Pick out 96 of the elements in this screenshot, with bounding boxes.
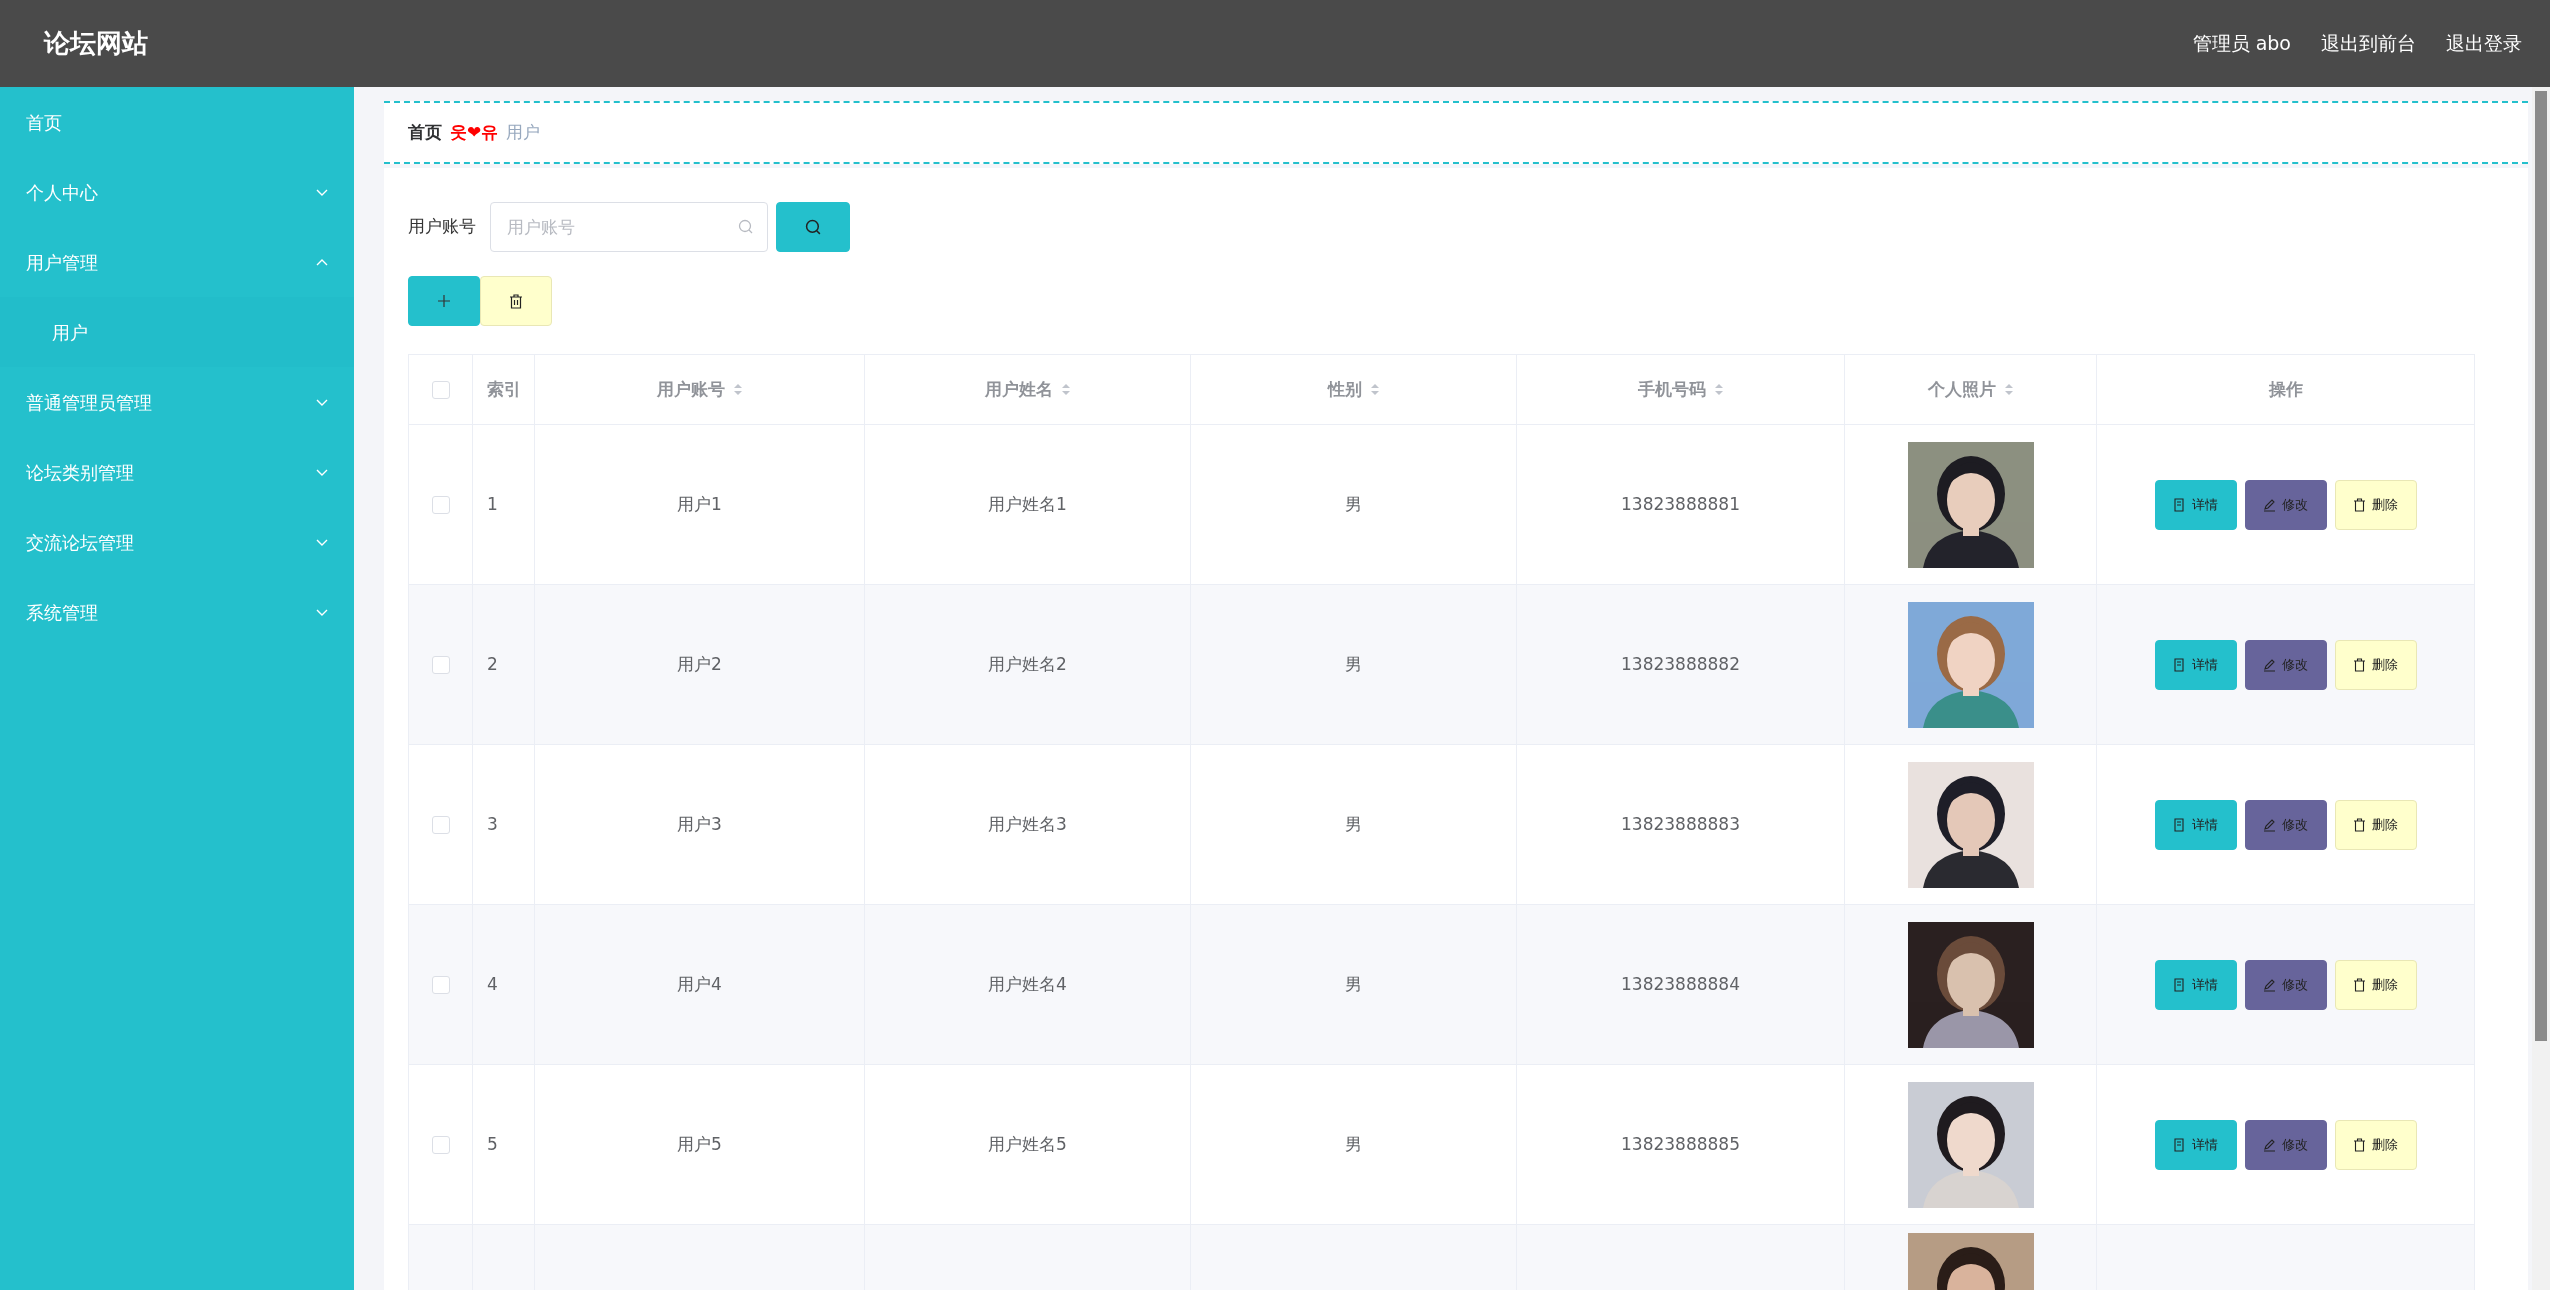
- trash-icon: [2353, 817, 2366, 832]
- trash-icon: [2353, 497, 2366, 512]
- detail-button[interactable]: 详情: [2154, 799, 2237, 850]
- column-header[interactable]: 用户姓名: [984, 378, 1053, 399]
- sort-icon: [2003, 383, 2014, 397]
- table-cell: 男: [1345, 813, 1362, 834]
- table-cell: 用户4: [677, 973, 722, 994]
- trash-icon: [2353, 657, 2366, 672]
- row-checkbox[interactable]: [431, 975, 450, 994]
- table-cell-text: 2: [486, 653, 498, 674]
- table-cell-text: 4: [486, 973, 498, 994]
- breadcrumb-separator: 웃❤유: [450, 120, 499, 144]
- column-header[interactable]: 索引: [486, 378, 521, 399]
- table-cell: 用户姓名4: [988, 973, 1067, 994]
- site-title: 论坛网站: [44, 27, 148, 60]
- delete-button[interactable]: 删除: [2334, 959, 2417, 1010]
- row-checkbox[interactable]: [431, 495, 450, 514]
- table-cell: 13823888882: [1621, 653, 1740, 674]
- header-link[interactable]: 退出到前台: [2321, 29, 2416, 58]
- sidebar-item[interactable]: 系统管理: [0, 577, 354, 647]
- sidebar-item[interactable]: 用户管理: [0, 227, 354, 297]
- sort-icon: [1713, 383, 1724, 397]
- edit-button[interactable]: 修改: [2244, 479, 2327, 530]
- breadcrumb-home[interactable]: 首页: [408, 119, 442, 146]
- table-cell: 13823888885: [1621, 1133, 1740, 1154]
- sidebar-item[interactable]: 个人中心: [0, 157, 354, 227]
- table-cell: 男: [1345, 973, 1362, 994]
- detail-button[interactable]: 详情: [2154, 1119, 2237, 1170]
- search-field[interactable]: 用户账号: [490, 202, 768, 252]
- trash-icon: [509, 293, 523, 309]
- column-header[interactable]: 手机号码: [1637, 378, 1706, 399]
- table-cell: 男: [1345, 653, 1362, 674]
- table-cell: 男: [1345, 1133, 1362, 1154]
- delete-button[interactable]: [480, 276, 552, 326]
- pencil-icon: [2263, 817, 2276, 832]
- search-label: 用户账号: [408, 215, 476, 239]
- sidebar-item[interactable]: 首页: [0, 87, 354, 157]
- doc-icon: [2173, 497, 2186, 512]
- column-header[interactable]: 性别: [1327, 378, 1362, 399]
- search-icon: [738, 219, 754, 235]
- column-header[interactable]: 用户账号: [656, 378, 725, 399]
- row-checkbox[interactable]: [431, 655, 450, 674]
- sort-icon: [1060, 383, 1071, 397]
- plus-icon: [437, 294, 451, 308]
- edit-button[interactable]: 修改: [2244, 1119, 2327, 1170]
- table-cell: 用户姓名2: [988, 653, 1067, 674]
- sidebar-item[interactable]: 论坛类别管理: [0, 437, 354, 507]
- table-cell: 用户1: [677, 493, 722, 514]
- doc-icon: [2173, 1137, 2186, 1152]
- scrollbar[interactable]: [2532, 87, 2550, 1290]
- column-header[interactable]: 个人照片: [1927, 378, 1996, 399]
- delete-button[interactable]: 删除: [2334, 799, 2417, 850]
- breadcrumb-current: 用户: [506, 120, 541, 144]
- pencil-icon: [2263, 977, 2276, 992]
- table-cell: 13823888883: [1621, 813, 1740, 834]
- table-cell-text: 1: [486, 493, 498, 514]
- table-cell: 用户2: [677, 653, 722, 674]
- table-cell-text: 3: [486, 813, 498, 834]
- delete-button[interactable]: 删除: [2334, 479, 2417, 530]
- select-all-checkbox[interactable]: [431, 380, 450, 399]
- edit-button[interactable]: 修改: [2244, 639, 2327, 690]
- search-button[interactable]: [776, 202, 850, 252]
- delete-button[interactable]: 删除: [2334, 1119, 2417, 1170]
- table-cell: 用户姓名5: [988, 1133, 1067, 1154]
- pencil-icon: [2263, 497, 2276, 512]
- row-checkbox[interactable]: [431, 1135, 450, 1154]
- table-cell: 13823888884: [1621, 973, 1740, 994]
- detail-button[interactable]: 详情: [2154, 639, 2237, 690]
- doc-icon: [2173, 657, 2186, 672]
- trash-icon: [2353, 977, 2366, 992]
- table-cell: 用户姓名3: [988, 813, 1067, 834]
- trash-icon: [2353, 1137, 2366, 1152]
- row-checkbox[interactable]: [431, 815, 450, 834]
- detail-button[interactable]: 详情: [2154, 479, 2237, 530]
- search-icon: [804, 218, 822, 236]
- table-cell: 13823888881: [1621, 493, 1740, 514]
- table-cell: 用户5: [677, 1133, 722, 1154]
- table-cell: 用户3: [677, 813, 722, 834]
- sidebar-item[interactable]: 普通管理员管理: [0, 367, 354, 437]
- header-link[interactable]: 退出登录: [2446, 29, 2522, 58]
- sidebar-item[interactable]: 交流论坛管理: [0, 507, 354, 577]
- column-header[interactable]: 操作: [2268, 378, 2303, 399]
- pencil-icon: [2263, 1137, 2276, 1152]
- detail-button[interactable]: 详情: [2154, 959, 2237, 1010]
- edit-button[interactable]: 修改: [2244, 959, 2327, 1010]
- sort-icon: [1369, 383, 1380, 397]
- edit-button[interactable]: 修改: [2244, 799, 2327, 850]
- sort-icon: [732, 383, 743, 397]
- table-cell-text: 5: [486, 1133, 498, 1154]
- pencil-icon: [2263, 657, 2276, 672]
- table-cell: 男: [1345, 493, 1362, 514]
- delete-button[interactable]: 删除: [2334, 639, 2417, 690]
- user-link[interactable]: 管理员 abo: [2192, 29, 2291, 58]
- doc-icon: [2173, 817, 2186, 832]
- doc-icon: [2173, 977, 2186, 992]
- table-cell: 用户姓名1: [988, 493, 1067, 514]
